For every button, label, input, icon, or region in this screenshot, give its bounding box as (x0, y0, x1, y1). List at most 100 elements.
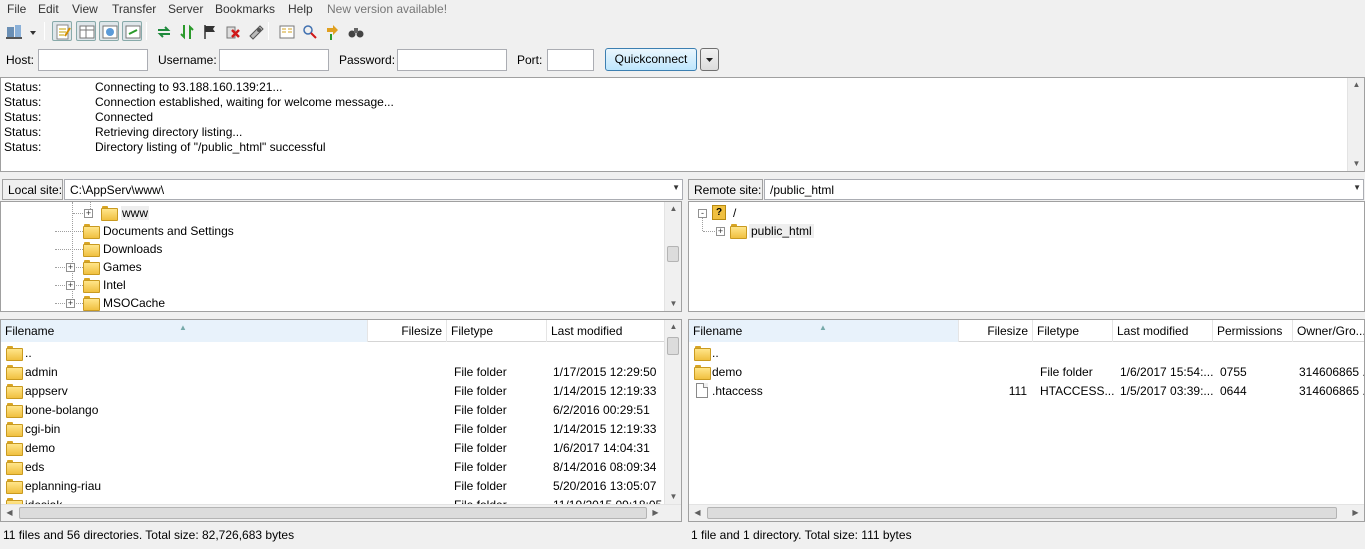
scroll-right-icon[interactable]: ▶ (647, 506, 664, 520)
expand-icon[interactable]: + (84, 209, 93, 218)
tree-item[interactable]: Downloads (1, 240, 661, 258)
log-message: Connection established, waiting for welc… (95, 95, 394, 109)
chevron-down-icon[interactable]: ▼ (1353, 183, 1361, 192)
file-row[interactable]: .. (1, 344, 665, 363)
tree-item[interactable]: + Games (1, 258, 661, 276)
expand-icon[interactable]: + (716, 227, 725, 236)
scroll-up-icon[interactable]: ▲ (665, 202, 681, 216)
password-field[interactable] (397, 49, 507, 71)
expand-icon[interactable]: + (66, 263, 75, 272)
file-type: File folder (454, 441, 507, 455)
site-manager-icon[interactable] (3, 21, 23, 41)
local-file-list-header: ▲ Filename Filesize Filetype Last modifi… (1, 320, 665, 342)
search-icon[interactable] (345, 21, 365, 41)
column-filename[interactable]: ▲ Filename (689, 320, 959, 342)
column-filesize[interactable]: Filesize (959, 320, 1033, 342)
scroll-left-icon[interactable]: ◀ (689, 506, 706, 520)
tree-item[interactable]: + public_html (689, 222, 1349, 240)
chevron-down-icon[interactable]: ▼ (672, 183, 680, 192)
scroll-thumb[interactable] (19, 507, 647, 519)
menu-server[interactable]: Server (168, 2, 203, 16)
file-type: File folder (454, 365, 507, 379)
file-row[interactable]: demo File folder 1/6/2017 14:04:31 (1, 439, 665, 458)
file-row[interactable]: .. (689, 344, 1364, 363)
cancel-icon[interactable] (199, 21, 219, 41)
file-row[interactable]: eds File folder 8/14/2016 08:09:34 (1, 458, 665, 477)
column-owner-group[interactable]: Owner/Gro... (1293, 320, 1364, 342)
username-label: Username: (158, 53, 217, 67)
username-field[interactable] (219, 49, 329, 71)
toggle-transfer-queue-icon[interactable] (122, 21, 142, 41)
tree-item[interactable]: -? / (689, 204, 1349, 222)
site-manager-dropdown-icon[interactable] (26, 21, 40, 41)
column-filesize[interactable]: Filesize (368, 320, 447, 342)
scroll-up-icon[interactable]: ▲ (665, 320, 681, 334)
disconnect-icon[interactable] (222, 21, 242, 41)
menu-bookmarks[interactable]: Bookmarks (215, 2, 275, 16)
host-field[interactable] (38, 49, 148, 71)
expand-icon[interactable]: + (66, 299, 75, 308)
file-modified: 1/6/2017 14:04:31 (553, 441, 650, 455)
file-row[interactable]: cgi-bin File folder 1/14/2015 12:19:33 (1, 420, 665, 439)
scroll-down-icon[interactable]: ▼ (665, 297, 681, 311)
tree-item[interactable]: + MSOCache (1, 294, 661, 311)
toggle-local-tree-icon[interactable] (76, 21, 96, 41)
log-scrollbar[interactable]: ▲ ▼ (1347, 78, 1364, 171)
column-last-modified[interactable]: Last modified (1113, 320, 1213, 342)
port-field[interactable] (547, 49, 594, 71)
refresh-icon[interactable] (153, 21, 173, 41)
file-owner-group: 314606865 ... (1299, 365, 1364, 379)
reconnect-icon[interactable] (245, 21, 265, 41)
menu-file[interactable]: File (7, 2, 26, 16)
menu-transfer[interactable]: Transfer (112, 2, 156, 16)
menu-help[interactable]: Help (288, 2, 313, 16)
menu-new-version[interactable]: New version available! (327, 2, 447, 16)
column-filetype[interactable]: Filetype (1033, 320, 1113, 342)
menu-view[interactable]: View (72, 2, 98, 16)
filter-icon[interactable] (299, 21, 319, 41)
column-filetype[interactable]: Filetype (447, 320, 547, 342)
local-path-combo[interactable]: C:\AppServ\www\ ▼ (64, 179, 683, 200)
scroll-thumb[interactable] (667, 246, 679, 262)
remote-list-hscrollbar[interactable]: ◀ ▶ (689, 504, 1364, 521)
quickconnect-button[interactable]: Quickconnect (605, 48, 697, 71)
column-filename[interactable]: ▲ Filename (1, 320, 368, 342)
remote-path-combo[interactable]: /public_html ▼ (764, 179, 1364, 200)
log-row: Status: Directory listing of "/public_htm… (4, 140, 1344, 155)
scroll-down-icon[interactable]: ▼ (665, 490, 681, 504)
log-row: Status: Connected (4, 110, 1344, 125)
expand-icon[interactable]: + (66, 281, 75, 290)
scroll-up-icon[interactable]: ▲ (1348, 78, 1365, 92)
file-row[interactable]: bone-bolango File folder 6/2/2016 00:29:51 (1, 401, 665, 420)
tree-item[interactable]: + www (1, 204, 661, 222)
local-list-vscrollbar[interactable]: ▲ ▼ (664, 320, 681, 504)
scroll-right-icon[interactable]: ▶ (1347, 506, 1364, 520)
folder-icon (6, 422, 23, 437)
toggle-message-log-icon[interactable] (52, 21, 72, 41)
file-row[interactable]: .htaccess 111 HTACCESS... 1/5/2017 03:39:..… (689, 382, 1364, 401)
directory-comparison-icon[interactable] (276, 21, 296, 41)
toggle-remote-tree-icon[interactable] (99, 21, 119, 41)
sync-browsing-icon[interactable] (322, 21, 342, 41)
quickconnect-dropdown-button[interactable] (700, 48, 719, 71)
tree-item[interactable]: Documents and Settings (1, 222, 661, 240)
file-row[interactable]: admin File folder 1/17/2015 12:29:50 (1, 363, 665, 382)
file-row[interactable]: demo File folder 1/6/2017 15:54:... 0755 314… (689, 363, 1364, 382)
column-permissions[interactable]: Permissions (1213, 320, 1293, 342)
remote-site-label: Remote site: (688, 179, 763, 200)
expand-icon[interactable]: - (698, 209, 707, 218)
menu-edit[interactable]: Edit (38, 2, 59, 16)
file-name: .. (712, 346, 719, 360)
local-list-hscrollbar[interactable]: ◀ ▶ (1, 504, 681, 521)
scroll-left-icon[interactable]: ◀ (1, 506, 18, 520)
local-tree-scrollbar[interactable]: ▲ ▼ (664, 202, 681, 311)
file-row[interactable]: eplanning-riau File folder 5/20/2016 13:05… (1, 477, 665, 496)
scroll-thumb[interactable] (667, 337, 679, 355)
scroll-down-icon[interactable]: ▼ (1348, 157, 1365, 171)
file-row[interactable]: appserv File folder 1/14/2015 12:19:33 (1, 382, 665, 401)
tree-item-label: Downloads (103, 242, 163, 256)
process-queue-icon[interactable] (176, 21, 196, 41)
column-last-modified[interactable]: Last modified (547, 320, 665, 342)
scroll-thumb[interactable] (707, 507, 1337, 519)
tree-item[interactable]: + Intel (1, 276, 661, 294)
